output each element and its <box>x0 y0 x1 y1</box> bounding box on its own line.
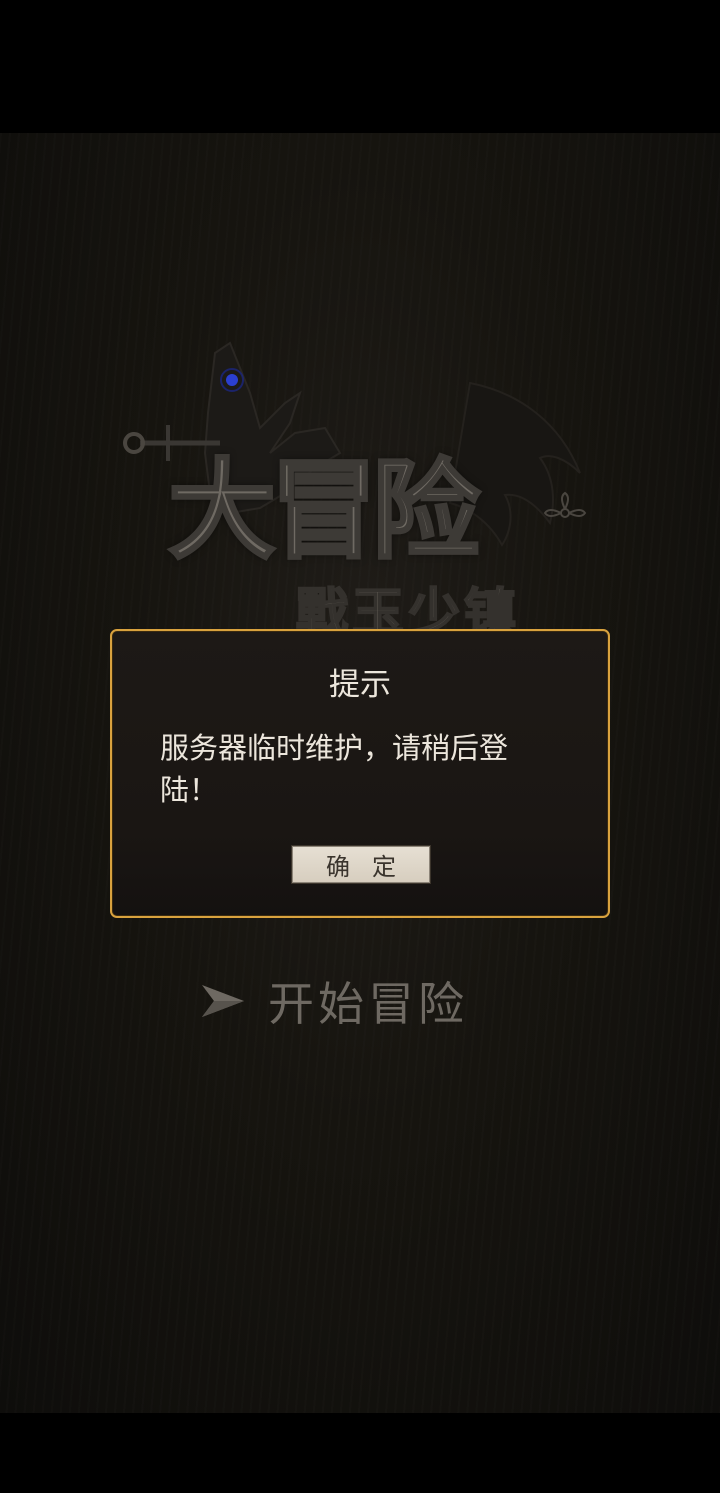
start-adventure-label: 开始冒险 <box>268 977 468 1031</box>
start-adventure-button[interactable]: 开始冒险 <box>200 971 468 1031</box>
arrow-right-icon <box>202 985 244 1017</box>
game-logo-title: 大冒险 <box>166 449 481 574</box>
notice-dialog: 提示 服务器临时维护，请稍后登陆！ 确定 <box>110 629 610 918</box>
confirm-button[interactable]: 确定 <box>292 846 430 883</box>
dialog-title: 提示 <box>329 667 391 703</box>
dialog-message: 服务器临时维护，请稍后登陆！ <box>160 731 509 807</box>
game-screen: 大冒险 戰玉少镇 开始冒险 提示 服务器临时维护，请稍后登陆！ 确定 <box>0 0 720 1493</box>
